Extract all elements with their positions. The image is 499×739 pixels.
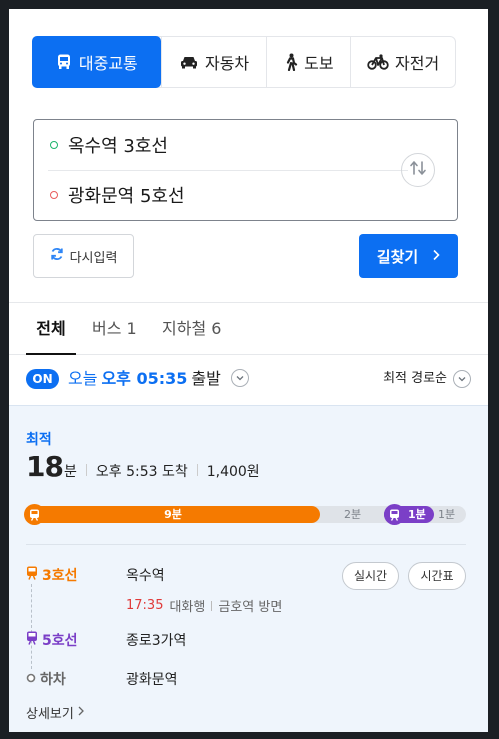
mode-bicycle-label: 자전거 <box>395 54 440 73</box>
alight-circle-icon <box>26 671 36 687</box>
mode-walk-label: 도보 <box>304 54 334 73</box>
duration-value: 18 <box>26 450 64 483</box>
segment-final-walk-duration: 1분 <box>438 508 456 521</box>
walk-icon <box>284 53 298 71</box>
step-line3-label: 3호선 <box>42 568 78 584</box>
subway-icon <box>24 504 45 525</box>
sort-label: 최적 경로순 <box>383 371 447 386</box>
departure-time: 오후 05:35 <box>101 369 188 388</box>
duration-unit: 분 <box>63 464 77 480</box>
search-label: 길찾기 <box>376 247 419 266</box>
segment-line3-duration: 9분 <box>164 508 182 521</box>
bicycle-icon <box>367 54 389 70</box>
subway-icon <box>384 504 405 525</box>
route-result-card[interactable]: 최적 18 분 오후 5:53 도착 1,400원 9분 2분 1분 1분 3호… <box>9 405 488 732</box>
mode-car-tab[interactable]: 자동차 <box>160 37 267 87</box>
step-alight: 하차 <box>26 669 66 689</box>
realtime-button[interactable]: 실시간 <box>342 562 399 590</box>
tab-all-label: 전체 <box>36 319 66 338</box>
tab-subway-label: 지하철 6 <box>162 319 222 338</box>
search-route-button[interactable]: 길찾기 <box>359 234 458 278</box>
subway-icon <box>26 631 38 649</box>
result-tabs: 전체 버스 1 지하철 6 <box>9 303 488 355</box>
route-input-box: 옥수역 3호선 광화문역 5호선 <box>33 119 458 221</box>
sort-dropdown[interactable]: 최적 경로순 <box>383 369 471 389</box>
origin-text: 옥수역 3호선 <box>68 136 168 157</box>
mode-transit-label: 대중교통 <box>78 54 138 73</box>
chevron-down-icon <box>230 369 249 387</box>
route-timeline-bar: 9분 2분 1분 1분 <box>24 504 466 525</box>
tab-bus-label: 버스 1 <box>92 319 137 338</box>
best-route-tag: 최적 <box>26 432 52 448</box>
arrival-time: 오후 5:53 도착 <box>95 464 188 480</box>
step-alight-label: 하차 <box>40 672 66 688</box>
step-line5-station: 종로3가역 <box>126 633 187 649</box>
tab-all[interactable]: 전체 <box>26 303 76 355</box>
tab-subway[interactable]: 지하철 6 <box>162 303 221 354</box>
departure-day: 오늘 <box>68 369 98 388</box>
destination-text: 광화문역 5호선 <box>68 186 185 207</box>
bus-icon <box>55 53 73 71</box>
steps-divider <box>26 544 466 545</box>
platform-direction: 금호역 방면 <box>218 600 283 615</box>
summary-separator <box>85 464 87 476</box>
train-direction: 대화행 <box>169 600 206 615</box>
step-line3-station: 옥수역 <box>126 568 165 584</box>
next-train-time: 17:35 <box>126 598 164 613</box>
route-summary: 18 분 오후 5:53 도착 1,400원 <box>26 450 260 483</box>
origin-dot-icon <box>50 141 58 149</box>
segment-walk-duration: 2분 <box>344 508 362 521</box>
origin-field[interactable]: 옥수역 3호선 <box>34 120 394 170</box>
timetable-button[interactable]: 시간표 <box>408 562 466 590</box>
subway-icon <box>26 566 38 584</box>
departure-toggle-badge[interactable]: ON <box>26 369 59 389</box>
destination-dot-icon <box>50 191 58 199</box>
detail-view-label: 상세보기 <box>26 707 74 722</box>
chevron-right-icon <box>78 705 84 720</box>
step-line5: 5호선 <box>26 630 78 650</box>
destination-field[interactable]: 광화문역 5호선 <box>34 170 394 220</box>
step-alight-station: 광화문역 <box>126 672 178 688</box>
swap-route-button[interactable] <box>401 153 435 187</box>
chevron-down-icon <box>453 370 471 388</box>
directions-panel: 대중교통 자동차 도보 자전거 옥수역 3호선 광화문역 5호선 다시입력 길찾… <box>9 9 488 732</box>
swap-arrows-icon <box>409 160 427 180</box>
info-separator <box>211 600 213 611</box>
segment-line5-duration: 1분 <box>408 508 426 521</box>
car-icon <box>179 54 199 70</box>
route-connector-line <box>31 584 32 669</box>
segment-line3: 9분 <box>26 506 320 523</box>
tab-bus[interactable]: 버스 1 <box>92 303 137 354</box>
summary-separator <box>196 464 198 476</box>
mode-bicycle-tab[interactable]: 자전거 <box>350 37 455 87</box>
mode-car-label: 자동차 <box>204 54 250 73</box>
departure-suffix: 출발 <box>191 369 221 388</box>
transport-mode-selector: 대중교통 자동차 도보 자전거 <box>32 36 456 88</box>
mode-transit-tab[interactable]: 대중교통 <box>32 36 161 88</box>
refresh-icon <box>50 247 64 265</box>
chevron-right-icon <box>432 247 440 265</box>
fare: 1,400원 <box>206 464 260 480</box>
reset-label: 다시입력 <box>69 250 118 266</box>
reset-button[interactable]: 다시입력 <box>33 234 134 278</box>
step-line3: 3호선 <box>26 565 78 585</box>
departure-info: 17:35 대화행 금호역 방면 <box>126 596 282 615</box>
departure-time-selector[interactable]: 오늘 오후 05:35 출발 <box>68 369 249 389</box>
step-line5-label: 5호선 <box>42 633 78 649</box>
detail-view-link[interactable]: 상세보기 <box>26 703 84 722</box>
mode-walk-tab[interactable]: 도보 <box>266 37 350 87</box>
departure-row: ON 오늘 오후 05:35 출발 최적 경로순 <box>9 355 488 405</box>
